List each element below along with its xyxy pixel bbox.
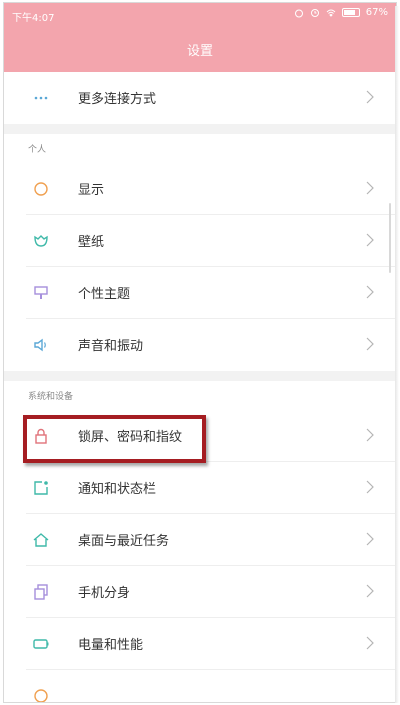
setting-theme[interactable]: 个性主题 xyxy=(4,267,396,319)
status-icons: 67% xyxy=(294,7,388,18)
section-gap xyxy=(4,371,396,381)
clock-icon xyxy=(310,8,319,17)
setting-more-connections[interactable]: 更多连接方式 xyxy=(4,72,396,124)
setting-label: 通知和状态栏 xyxy=(78,482,157,497)
chevron-right-icon xyxy=(366,532,374,546)
status-bar: 下午4:07 67% xyxy=(4,3,396,27)
setting-label: 壁纸 xyxy=(78,235,105,250)
more-dots-icon xyxy=(34,96,48,100)
alarm-icon xyxy=(294,9,303,17)
settings-list: 更多连接方式 个人 显示 壁纸 个性主题 声音和振动 系统和设备 锁屏、密码和指… xyxy=(4,72,396,702)
notification-icon xyxy=(34,481,48,495)
battery-status-icon xyxy=(341,8,360,17)
section-gap xyxy=(4,124,396,134)
display-sun-icon xyxy=(34,182,48,196)
setting-label: 声音和振动 xyxy=(78,339,144,354)
section-title: 个人 xyxy=(28,145,47,155)
setting-label: 手机分身 xyxy=(78,586,131,601)
partial-icon xyxy=(34,689,48,702)
setting-label: 电量和性能 xyxy=(78,638,144,653)
setting-sound-vibration[interactable]: 声音和振动 xyxy=(4,319,396,371)
app-header: 下午4:07 67% 设置 xyxy=(4,3,396,72)
setting-partial-next[interactable] xyxy=(4,670,396,702)
setting-display[interactable]: 显示 xyxy=(4,163,396,215)
battery-icon xyxy=(33,639,49,649)
wifi-icon xyxy=(326,9,336,17)
scrollbar[interactable] xyxy=(389,203,391,273)
speaker-icon xyxy=(34,338,46,352)
setting-label: 更多连接方式 xyxy=(78,92,157,107)
setting-home-recent-tasks[interactable]: 桌面与最近任务 xyxy=(4,514,396,566)
setting-label: 显示 xyxy=(78,183,105,198)
chevron-right-icon xyxy=(366,90,374,104)
section-header-personal: 个人 xyxy=(4,134,396,163)
frame-shadow xyxy=(395,6,399,703)
chevron-right-icon xyxy=(366,337,374,351)
chevron-right-icon xyxy=(366,181,374,195)
setting-wallpaper[interactable]: 壁纸 xyxy=(4,215,396,267)
chevron-right-icon xyxy=(366,428,374,442)
section-title: 系统和设备 xyxy=(28,392,74,402)
chevron-right-icon xyxy=(366,285,374,299)
page-title: 设置 xyxy=(186,44,213,59)
chevron-right-icon xyxy=(366,233,374,247)
chevron-right-icon xyxy=(366,480,374,494)
setting-dual-space[interactable]: 手机分身 xyxy=(4,566,396,618)
battery-percent: 67% xyxy=(365,7,388,18)
wallpaper-icon xyxy=(34,235,48,247)
setting-notifications-statusbar[interactable]: 通知和状态栏 xyxy=(4,462,396,514)
theme-brush-icon xyxy=(34,286,48,299)
section-header-system: 系统和设备 xyxy=(4,381,396,410)
dual-phone-icon xyxy=(34,584,48,600)
setting-label: 个性主题 xyxy=(78,287,131,302)
chevron-right-icon xyxy=(366,636,374,650)
highlight-box xyxy=(23,415,206,463)
home-icon xyxy=(33,533,49,547)
chevron-right-icon xyxy=(366,584,374,598)
phone-screen: 下午4:07 67% 设置 更多连接方式 个人 显示 壁纸 个性主题 声音和振动… xyxy=(3,2,397,703)
setting-label: 桌面与最近任务 xyxy=(78,534,170,549)
status-time: 下午4:07 xyxy=(12,13,55,24)
setting-battery-performance[interactable]: 电量和性能 xyxy=(4,618,396,670)
